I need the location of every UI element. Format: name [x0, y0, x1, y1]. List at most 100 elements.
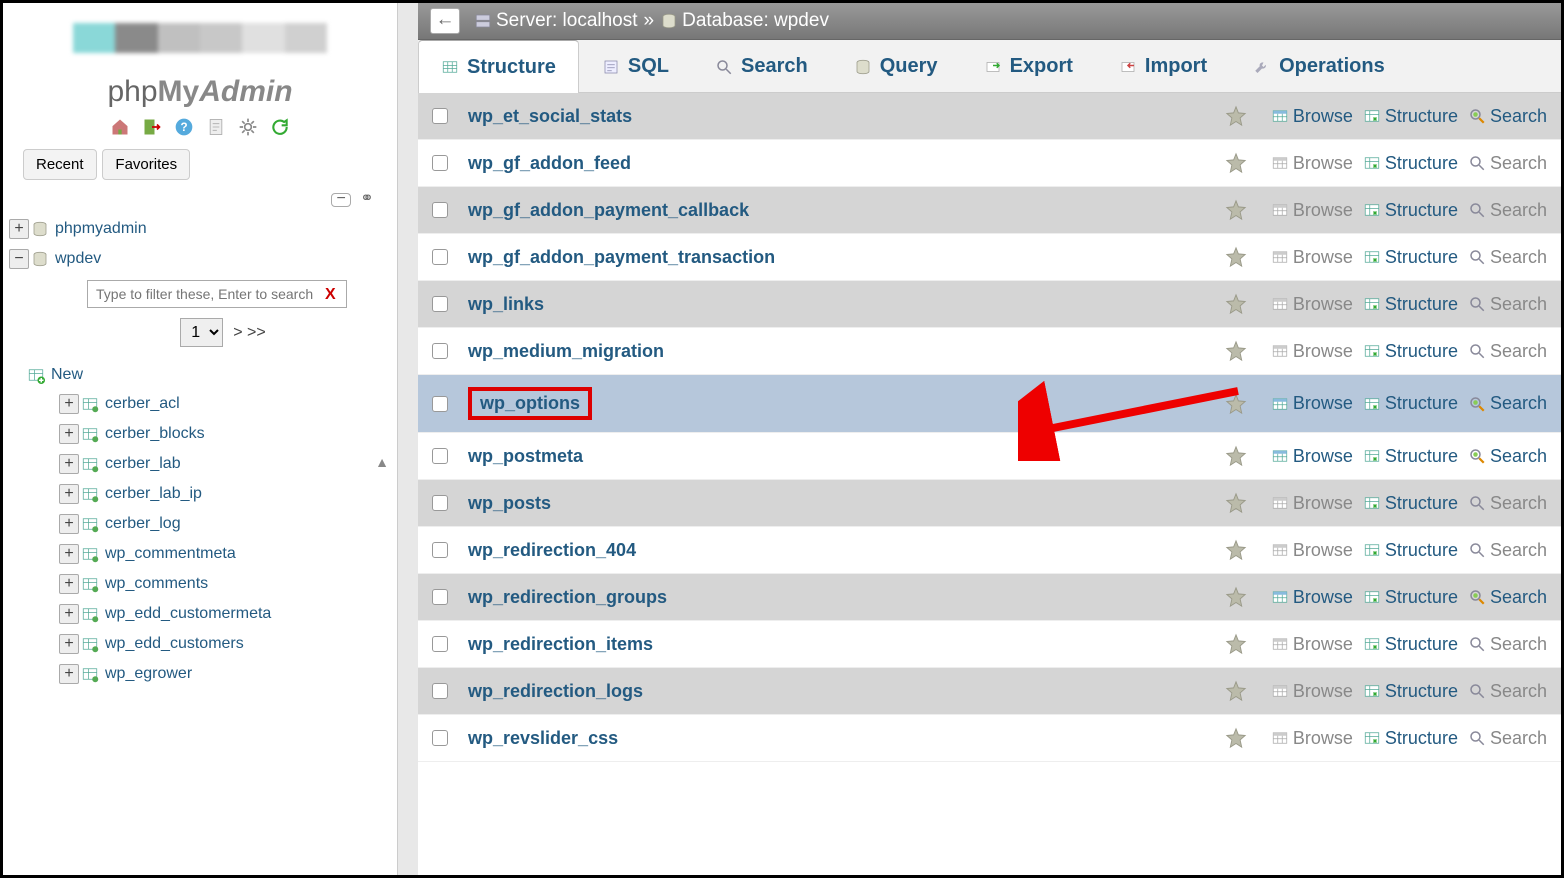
- table-name-link[interactable]: wp_gf_addon_payment_transaction: [468, 247, 775, 268]
- favorite-star-icon[interactable]: [1225, 340, 1247, 362]
- logout-icon[interactable]: [142, 117, 162, 137]
- row-checkbox[interactable]: [432, 448, 448, 464]
- tab-export[interactable]: Export: [961, 40, 1096, 92]
- tree-table-link[interactable]: wp_edd_customermeta: [105, 605, 271, 623]
- back-button[interactable]: ←: [430, 8, 460, 34]
- structure-action[interactable]: Structure: [1363, 540, 1458, 561]
- browse-action[interactable]: Browse: [1271, 681, 1353, 702]
- tab-sql[interactable]: SQL: [579, 40, 692, 92]
- table-name-link[interactable]: wp_et_social_stats: [468, 106, 632, 127]
- tree-table-link[interactable]: cerber_lab: [105, 455, 181, 473]
- help-icon[interactable]: [174, 117, 194, 137]
- structure-action[interactable]: Structure: [1363, 106, 1458, 127]
- server-link[interactable]: localhost: [563, 10, 638, 32]
- tree-table-link[interactable]: wp_commentmeta: [105, 545, 236, 563]
- expand-icon[interactable]: +: [9, 219, 29, 239]
- search-action[interactable]: Search: [1468, 247, 1547, 268]
- row-checkbox[interactable]: [432, 296, 448, 312]
- favorites-button[interactable]: Favorites: [102, 149, 190, 180]
- favorite-star-icon[interactable]: [1225, 152, 1247, 174]
- browse-action[interactable]: Browse: [1271, 540, 1353, 561]
- table-name-link[interactable]: wp_redirection_groups: [468, 587, 667, 608]
- favorite-star-icon[interactable]: [1225, 492, 1247, 514]
- expand-icon[interactable]: +: [59, 514, 79, 534]
- tab-query[interactable]: Query: [831, 40, 961, 92]
- structure-action[interactable]: Structure: [1363, 341, 1458, 362]
- favorite-star-icon[interactable]: [1225, 293, 1247, 315]
- favorite-star-icon[interactable]: [1225, 105, 1247, 127]
- expand-icon[interactable]: +: [59, 604, 79, 624]
- expand-icon[interactable]: +: [59, 424, 79, 444]
- tab-search[interactable]: Search: [692, 40, 831, 92]
- search-action[interactable]: Search: [1468, 294, 1547, 315]
- row-checkbox[interactable]: [432, 155, 448, 171]
- db-phpmyadmin[interactable]: phpmyadmin: [55, 220, 147, 238]
- expand-icon[interactable]: +: [59, 634, 79, 654]
- table-name-link[interactable]: wp_gf_addon_feed: [468, 153, 631, 174]
- search-action[interactable]: Search: [1468, 681, 1547, 702]
- structure-action[interactable]: Structure: [1363, 681, 1458, 702]
- favorite-star-icon[interactable]: [1225, 199, 1247, 221]
- clear-filter-icon[interactable]: X: [325, 286, 336, 303]
- db-wpdev[interactable]: wpdev: [55, 250, 101, 268]
- filter-input[interactable]: [87, 280, 347, 308]
- structure-action[interactable]: Structure: [1363, 294, 1458, 315]
- browse-action[interactable]: Browse: [1271, 153, 1353, 174]
- new-table-link[interactable]: New: [51, 366, 83, 384]
- structure-action[interactable]: Structure: [1363, 393, 1458, 414]
- search-action[interactable]: Search: [1468, 540, 1547, 561]
- favorite-star-icon[interactable]: [1225, 539, 1247, 561]
- table-name-link[interactable]: wp_redirection_404: [468, 540, 636, 561]
- link-panel-icon[interactable]: ⚭: [357, 194, 377, 208]
- structure-action[interactable]: Structure: [1363, 728, 1458, 749]
- table-name-link[interactable]: wp_gf_addon_payment_callback: [468, 200, 749, 221]
- tree-table-link[interactable]: wp_edd_customers: [105, 635, 244, 653]
- tree-table-link[interactable]: cerber_blocks: [105, 425, 205, 443]
- row-checkbox[interactable]: [432, 683, 448, 699]
- structure-action[interactable]: Structure: [1363, 634, 1458, 655]
- row-checkbox[interactable]: [432, 108, 448, 124]
- collapse-icon[interactable]: −: [9, 249, 29, 269]
- browse-action[interactable]: Browse: [1271, 728, 1353, 749]
- row-checkbox[interactable]: [432, 249, 448, 265]
- browse-action[interactable]: Browse: [1271, 200, 1353, 221]
- expand-icon[interactable]: +: [59, 574, 79, 594]
- tree-table-link[interactable]: wp_comments: [105, 575, 208, 593]
- browse-action[interactable]: Browse: [1271, 294, 1353, 315]
- favorite-star-icon[interactable]: [1225, 246, 1247, 268]
- tree-table-link[interactable]: cerber_lab_ip: [105, 485, 202, 503]
- favorite-star-icon[interactable]: [1225, 633, 1247, 655]
- tree-table-link[interactable]: cerber_log: [105, 515, 181, 533]
- browse-action[interactable]: Browse: [1271, 106, 1353, 127]
- table-name-link[interactable]: wp_links: [468, 294, 544, 315]
- table-name-link[interactable]: wp_options: [468, 387, 592, 420]
- sidebar-resize-handle[interactable]: [398, 3, 418, 875]
- favorite-star-icon[interactable]: [1225, 727, 1247, 749]
- next-page-link[interactable]: > >>: [233, 324, 265, 341]
- browse-action[interactable]: Browse: [1271, 341, 1353, 362]
- browse-action[interactable]: Browse: [1271, 446, 1353, 467]
- search-action[interactable]: Search: [1468, 200, 1547, 221]
- table-name-link[interactable]: wp_redirection_logs: [468, 681, 643, 702]
- expand-icon[interactable]: +: [59, 484, 79, 504]
- search-action[interactable]: Search: [1468, 393, 1547, 414]
- favorite-star-icon[interactable]: [1225, 393, 1247, 415]
- table-name-link[interactable]: wp_redirection_items: [468, 634, 653, 655]
- tree-table-link[interactable]: cerber_acl: [105, 395, 180, 413]
- expand-icon[interactable]: +: [59, 394, 79, 414]
- structure-action[interactable]: Structure: [1363, 493, 1458, 514]
- search-action[interactable]: Search: [1468, 587, 1547, 608]
- row-checkbox[interactable]: [432, 495, 448, 511]
- search-action[interactable]: Search: [1468, 446, 1547, 467]
- db-link[interactable]: wpdev: [774, 10, 829, 32]
- expand-icon[interactable]: +: [59, 544, 79, 564]
- search-action[interactable]: Search: [1468, 728, 1547, 749]
- row-checkbox[interactable]: [432, 730, 448, 746]
- page-select[interactable]: 1: [180, 318, 223, 347]
- search-action[interactable]: Search: [1468, 634, 1547, 655]
- tab-structure[interactable]: Structure: [418, 40, 579, 93]
- scroll-up-icon[interactable]: ▲: [375, 454, 389, 470]
- browse-action[interactable]: Browse: [1271, 493, 1353, 514]
- tab-operations[interactable]: Operations: [1230, 40, 1408, 92]
- table-name-link[interactable]: wp_medium_migration: [468, 341, 664, 362]
